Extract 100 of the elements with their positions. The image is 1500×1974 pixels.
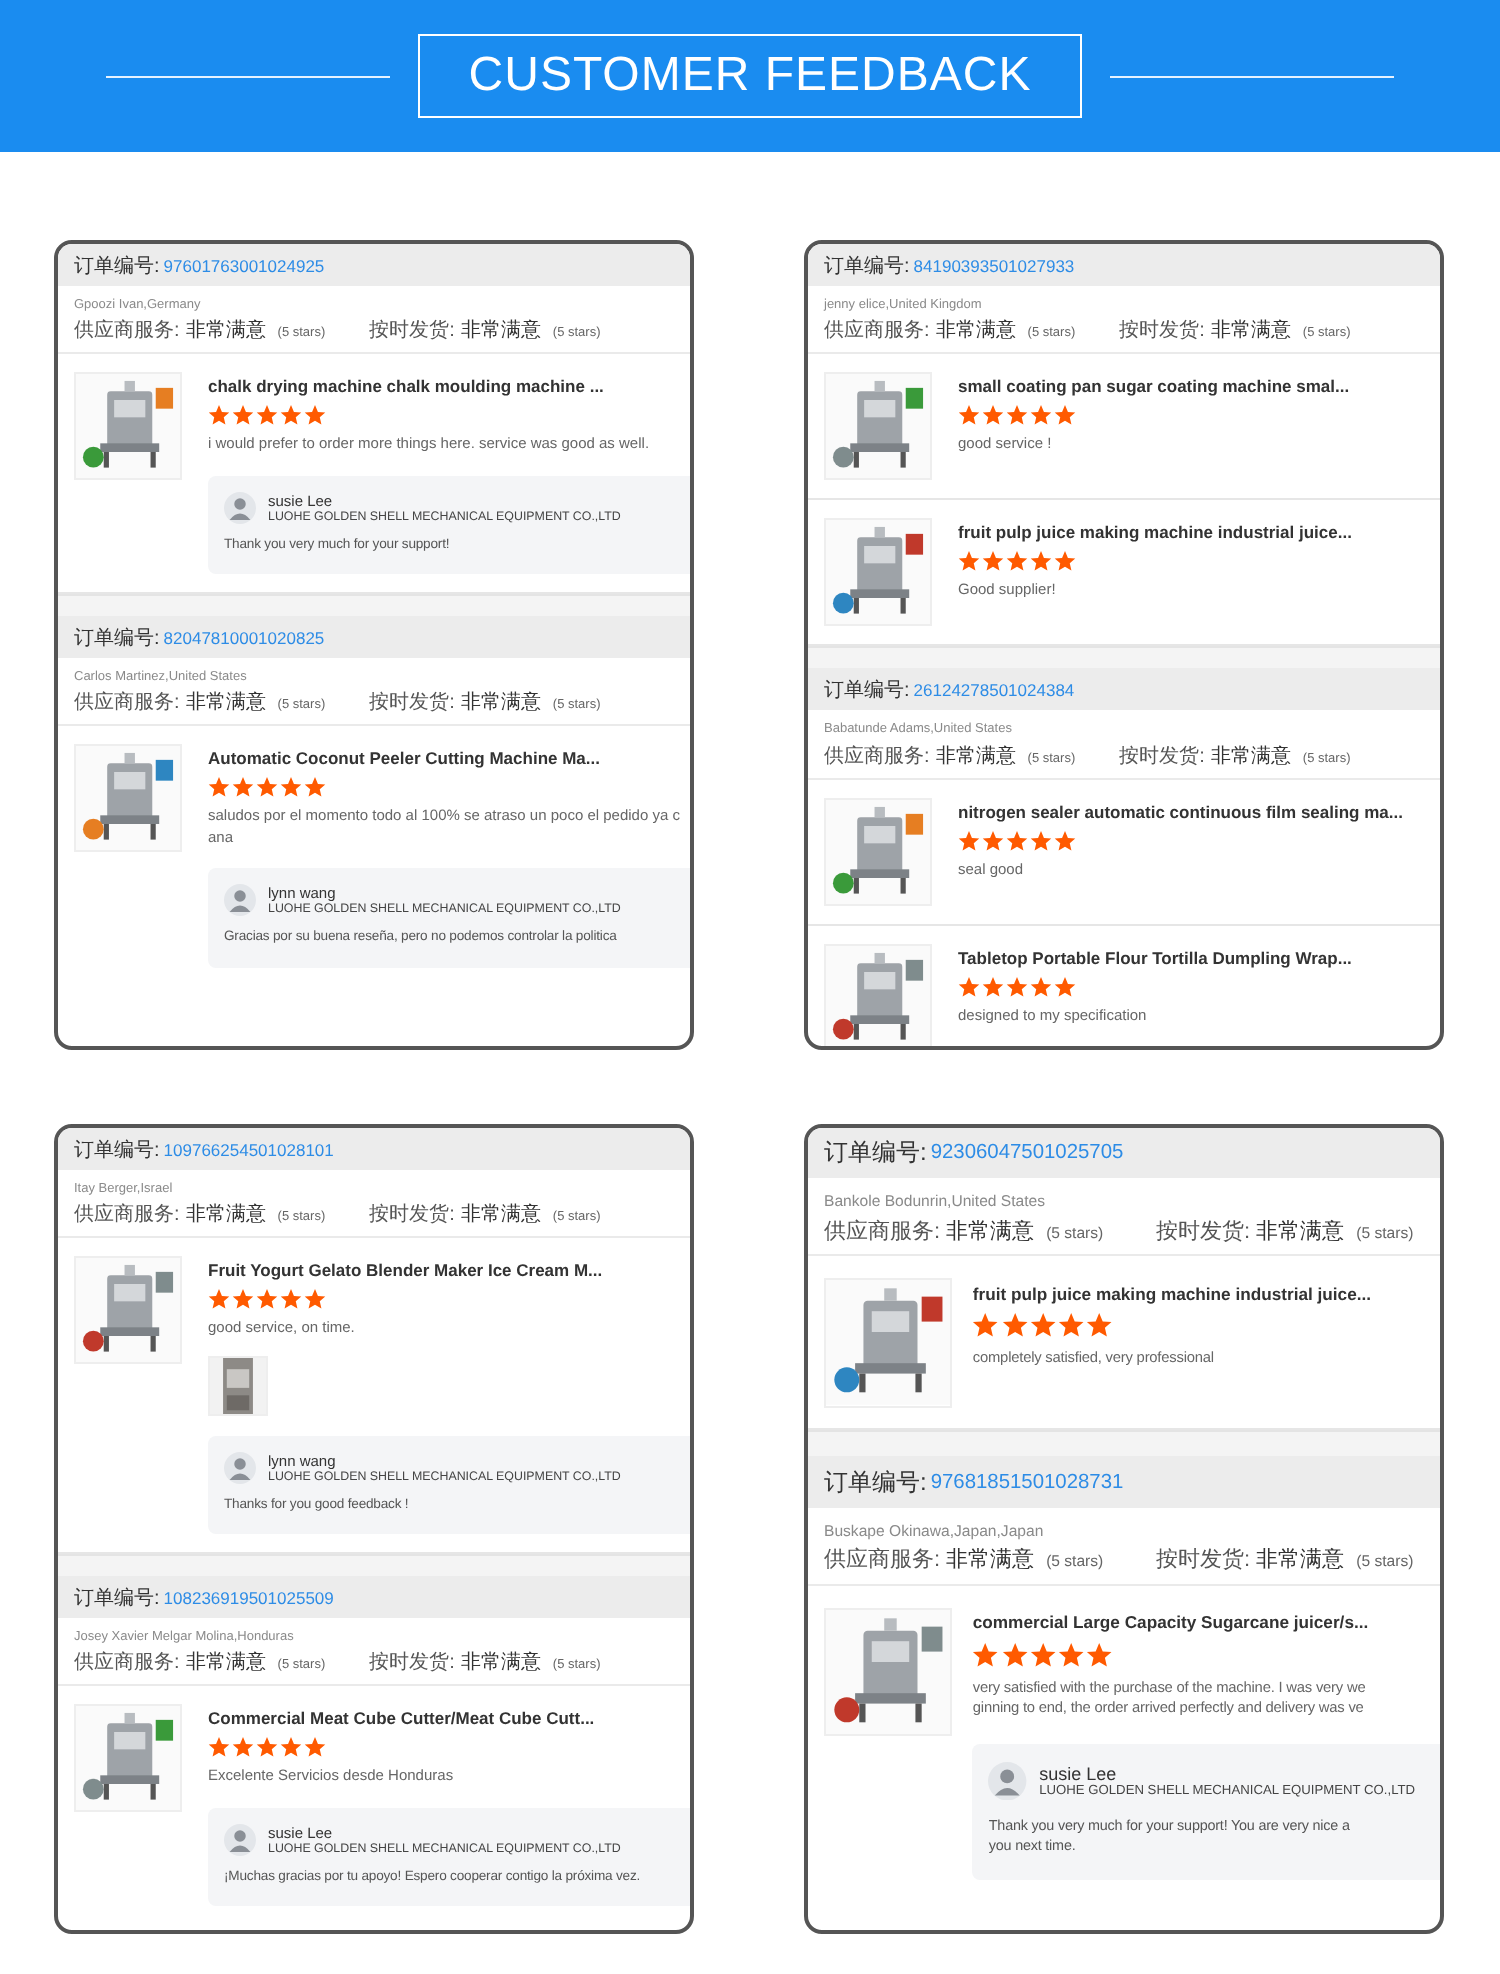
product-title[interactable]: Automatic Coconut Peeler Cutting Machine Ma...	[208, 748, 690, 769]
rating-label: 按时发货:	[369, 317, 455, 345]
rating-label: 按时发货:	[1119, 743, 1205, 770]
star-icon	[958, 975, 980, 998]
star-icon	[972, 1641, 1000, 1669]
rating-value: 非常满意	[460, 1201, 541, 1229]
star-icon	[1057, 1641, 1085, 1669]
star-icon	[982, 829, 1004, 852]
star-icon	[280, 1288, 302, 1311]
avatar-icon	[988, 1762, 1028, 1801]
product-title[interactable]: small coating pan sugar coating machine smal...	[958, 376, 1440, 397]
rating-value: 非常满意	[1210, 317, 1291, 345]
order-label: 订单编号:	[824, 1136, 927, 1171]
rating-value: 非常满意	[185, 317, 266, 345]
product-title[interactable]: Tabletop Portable Flour Tortilla Dumpling Wrap...	[958, 947, 1440, 968]
star-icon	[256, 776, 278, 799]
order-label: 订单编号:	[824, 1465, 927, 1500]
order-number: 82047810001020825	[163, 627, 325, 648]
star-icon	[232, 1736, 254, 1759]
rating-label: 供应商服务:	[74, 317, 180, 345]
rating-value: 非常满意	[1256, 1546, 1345, 1575]
rating-label: 供应商服务:	[74, 1201, 180, 1229]
rating-value: 非常满意	[946, 1546, 1035, 1575]
star-icon	[1029, 1312, 1056, 1340]
order-number: 109766254501028101	[163, 1139, 334, 1159]
star-icon	[1030, 550, 1052, 573]
product-title[interactable]: Commercial Meat Cube Cutter/Meat Cube Cutt...	[208, 1708, 690, 1729]
order-label: 订单编号:	[74, 253, 160, 279]
rating-label: 供应商服务:	[824, 317, 930, 345]
replier-name: susie Lee	[1039, 1764, 1117, 1785]
rating-value: 非常满意	[185, 1201, 266, 1229]
star-icon	[1006, 829, 1028, 852]
star-icon	[304, 1288, 326, 1311]
star-icon	[208, 776, 230, 799]
star-icon	[208, 1288, 230, 1311]
rating-value: 非常满意	[185, 1649, 266, 1677]
star-icon	[982, 404, 1004, 427]
star-icon	[972, 1312, 1000, 1340]
star-icon	[304, 404, 326, 427]
rating-label: 按时发货:	[1119, 317, 1205, 345]
avatar-icon	[224, 1823, 256, 1856]
rating-label: 按时发货:	[369, 1201, 455, 1229]
star-icon	[1030, 404, 1052, 427]
star-icon	[256, 1288, 278, 1311]
star-icon	[1086, 1312, 1113, 1340]
star-icon	[982, 975, 1004, 998]
star-icon	[304, 1736, 326, 1759]
order-number: 92306047501025705	[930, 1142, 1124, 1165]
product-title[interactable]: Fruit Yogurt Gelato Blender Maker Ice Cream M...	[208, 1260, 690, 1281]
rating-value: 非常满意	[935, 317, 1016, 345]
star-icon	[958, 404, 980, 427]
star-icon	[232, 776, 254, 799]
star-icon	[1030, 829, 1052, 852]
rating-value: 非常满意	[1210, 743, 1291, 770]
order-number: 26124278501024384	[913, 679, 1075, 700]
order-label: 订单编号:	[74, 1585, 160, 1612]
product-title[interactable]: commercial Large Capacity Sugarcane juicer/s...	[972, 1612, 1440, 1633]
rating-value: 非常满意	[185, 689, 266, 717]
product-title[interactable]: fruit pulp juice making machine industrial juice...	[958, 522, 1440, 543]
rating-label: 按时发货:	[369, 689, 455, 717]
star-icon	[1001, 1312, 1028, 1340]
star-icon	[232, 1288, 254, 1311]
rating-value: 非常满意	[460, 689, 541, 717]
product-title[interactable]: chalk drying machine chalk moulding machine ...	[208, 376, 690, 397]
order-label: 订单编号:	[74, 1137, 160, 1163]
avatar-icon	[224, 884, 256, 917]
rating-label: 供应商服务:	[824, 1545, 941, 1575]
rating-label: 按时发货:	[369, 1649, 455, 1677]
order-label: 订单编号:	[74, 625, 160, 652]
star-icon	[208, 1736, 230, 1759]
rating-value: 非常满意	[935, 743, 1016, 770]
star-icon	[280, 776, 302, 799]
star-icon	[1054, 829, 1076, 852]
star-icon	[208, 404, 230, 427]
rating-label: 按时发货:	[1156, 1217, 1251, 1246]
star-icon	[280, 1736, 302, 1759]
star-icon	[1006, 975, 1028, 998]
avatar-icon	[224, 1451, 256, 1484]
order-label: 订单编号:	[824, 253, 910, 279]
order-label: 订单编号:	[824, 677, 910, 704]
rating-label: 供应商服务:	[74, 1649, 180, 1677]
star-icon	[256, 404, 278, 427]
star-icon	[958, 550, 980, 573]
star-icon	[256, 1736, 278, 1759]
order-number: 97681851501028731	[930, 1471, 1124, 1494]
star-icon	[1030, 975, 1052, 998]
star-icon	[232, 404, 254, 427]
product-title[interactable]: fruit pulp juice making machine industrial juice...	[972, 1283, 1440, 1304]
rating-label: 供应商服务:	[74, 689, 180, 717]
star-icon	[1054, 550, 1076, 573]
star-icon	[1006, 404, 1028, 427]
order-number: 108236919501025509	[163, 1587, 334, 1608]
product-title[interactable]: nitrogen sealer automatic continuous film sealing ma...	[958, 801, 1440, 822]
rating-label: 供应商服务:	[824, 1217, 941, 1246]
star-icon	[1054, 404, 1076, 427]
star-icon	[1054, 975, 1076, 998]
star-icon	[958, 829, 980, 852]
star-icon	[1001, 1641, 1028, 1669]
star-icon	[304, 776, 326, 799]
rating-label: 按时发货:	[1156, 1546, 1251, 1575]
